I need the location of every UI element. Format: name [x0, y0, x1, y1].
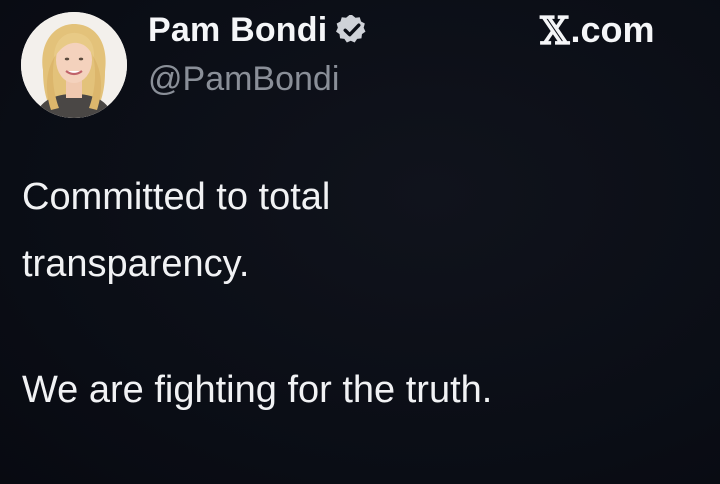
tweet-text-line: Committed to total [22, 176, 331, 218]
x-brand-logo: 𝕏 .com [540, 7, 655, 53]
tweet-text-line: We are fighting for the truth. [22, 369, 493, 411]
display-name[interactable]: Pam Bondi [148, 11, 327, 50]
avatar-photo-icon [21, 12, 127, 118]
x-logo-icon: 𝕏 [540, 7, 570, 53]
brand-domain: .com [570, 9, 655, 50]
verified-badge-icon [335, 13, 369, 47]
user-handle[interactable]: @PamBondi [148, 60, 339, 99]
profile-avatar[interactable] [21, 12, 127, 118]
name-row: Pam Bondi [148, 8, 369, 52]
tweet-card: Pam Bondi @PamBondi 𝕏 .com Committed to … [0, 0, 720, 484]
tweet-text-line: transparency. [22, 243, 250, 285]
